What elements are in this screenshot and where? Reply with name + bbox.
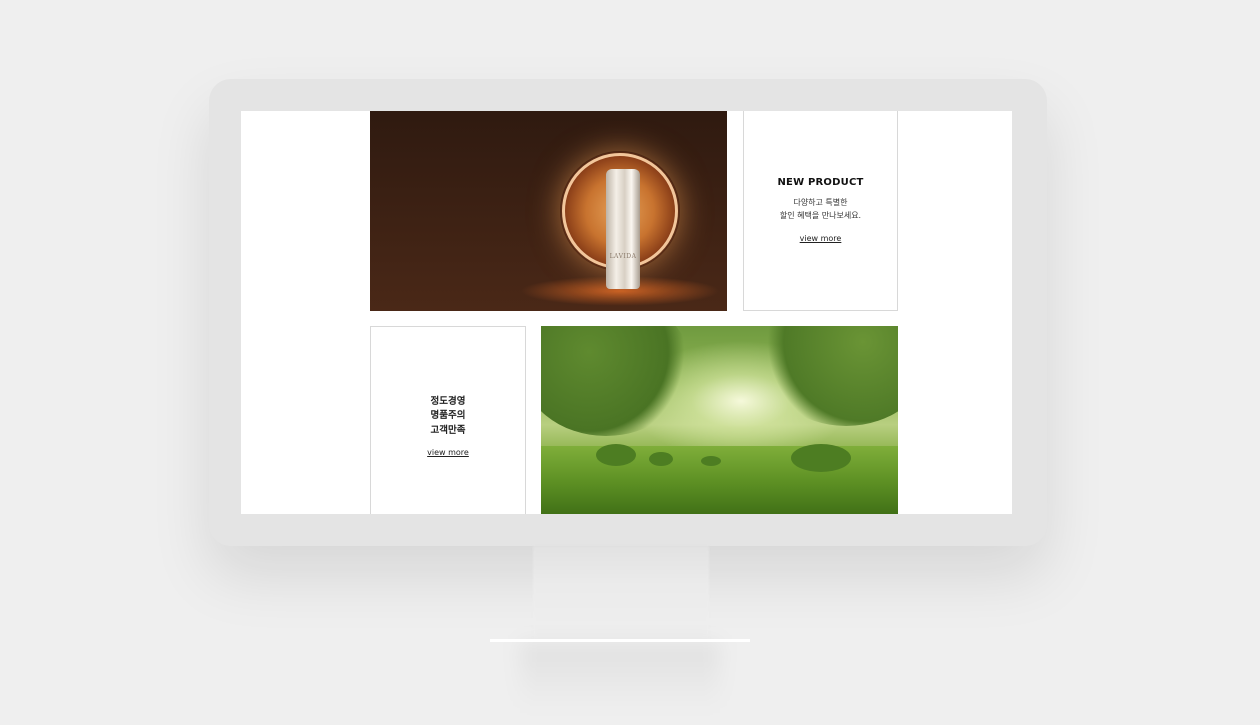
new-product-view-more-link[interactable]: view more	[800, 234, 842, 243]
stand-shadow	[520, 642, 720, 712]
forest-image[interactable]	[541, 326, 898, 514]
values-text: 정도경영 명품주의 고객만족	[431, 395, 466, 439]
values-line-3: 고객만족	[430, 424, 466, 436]
values-line-2: 명품주의	[430, 410, 466, 422]
bottle-brand-label: LAVIDA	[609, 253, 637, 260]
tree-canopy-left	[541, 326, 691, 436]
new-product-title: NEW PRODUCT	[777, 177, 864, 188]
bush	[596, 444, 636, 466]
bush	[701, 456, 721, 466]
monitor-screen: LAVIDA NEW PRODUCT 다양하고 특별한 할인 혜택을 만나보세요…	[241, 111, 1012, 514]
new-product-description: 다양하고 특별한 할인 혜택을 만나보세요.	[780, 196, 861, 222]
bush	[649, 452, 673, 466]
values-line-1: 정도경영	[430, 395, 466, 407]
product-banner-image[interactable]: LAVIDA	[370, 111, 727, 311]
monitor-stand-base	[490, 639, 750, 642]
product-bottle: LAVIDA	[606, 169, 640, 289]
values-card: 정도경영 명품주의 고객만족 view more	[370, 326, 526, 514]
bush	[791, 444, 851, 472]
tree-canopy-right	[761, 326, 898, 426]
monitor-stand	[533, 546, 709, 640]
new-product-description-line-2: 할인 혜택을 만나보세요.	[779, 211, 862, 220]
values-view-more-link[interactable]: view more	[427, 448, 469, 457]
new-product-card: NEW PRODUCT 다양하고 특별한 할인 혜택을 만나보세요. view …	[743, 111, 898, 311]
new-product-description-line-1: 다양하고 특별한	[793, 198, 848, 207]
